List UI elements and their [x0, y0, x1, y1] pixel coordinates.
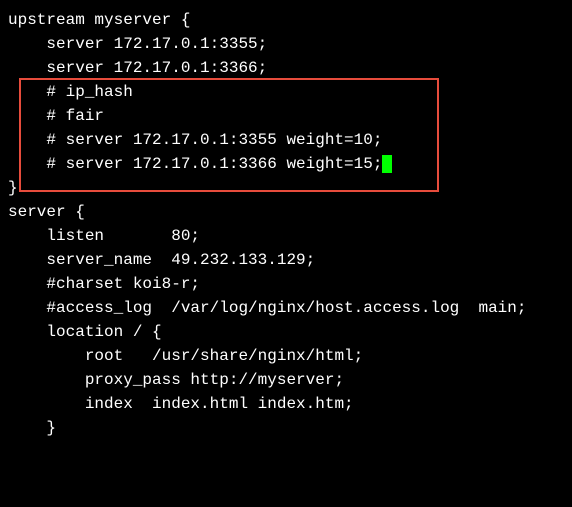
- config-line: # server 172.17.0.1:3366 weight=15;: [8, 152, 564, 176]
- config-line: # server 172.17.0.1:3355 weight=10;: [8, 128, 564, 152]
- config-line: listen 80;: [8, 224, 564, 248]
- config-line: # ip_hash: [8, 80, 564, 104]
- config-line: proxy_pass http://myserver;: [8, 368, 564, 392]
- config-line: # fair: [8, 104, 564, 128]
- config-text: # server 172.17.0.1:3366 weight=15;: [8, 155, 382, 173]
- config-line: }: [8, 416, 564, 440]
- terminal-cursor: [382, 155, 392, 173]
- config-line: server_name 49.232.133.129;: [8, 248, 564, 272]
- config-line: server {: [8, 200, 564, 224]
- config-line: server 172.17.0.1:3366;: [8, 56, 564, 80]
- config-line: location / {: [8, 320, 564, 344]
- config-line: index index.html index.htm;: [8, 392, 564, 416]
- config-line: upstream myserver {: [8, 8, 564, 32]
- config-line: root /usr/share/nginx/html;: [8, 344, 564, 368]
- config-line: #charset koi8-r;: [8, 272, 564, 296]
- config-line: server 172.17.0.1:3355;: [8, 32, 564, 56]
- config-line: }: [8, 176, 564, 200]
- terminal-content: upstream myserver { server 172.17.0.1:33…: [8, 8, 564, 440]
- config-line: #access_log /var/log/nginx/host.access.l…: [8, 296, 564, 320]
